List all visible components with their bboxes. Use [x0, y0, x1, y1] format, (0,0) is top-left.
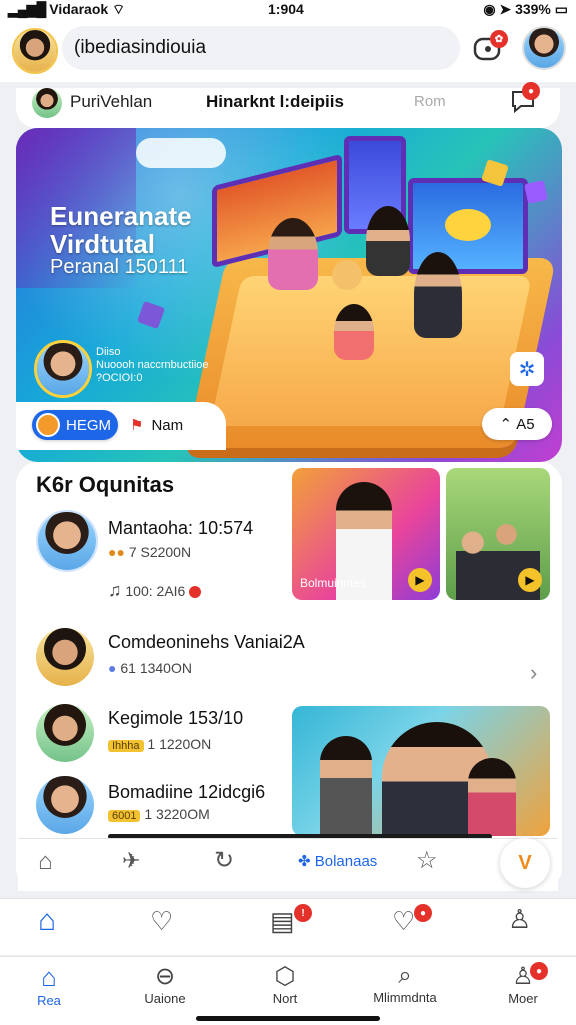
- tab-mlimmdnta[interactable]: ⌕ Mlimmdnta: [360, 962, 450, 1005]
- box-icon: ⬡: [274, 963, 296, 990]
- home-icon: ⌂: [41, 962, 57, 992]
- row-avatar[interactable]: [36, 510, 98, 572]
- share-button[interactable]: ✲: [510, 352, 544, 386]
- profile-avatar[interactable]: [12, 28, 58, 74]
- video-thumbnail[interactable]: ▶: [446, 468, 550, 600]
- chevron-up-icon: ⌃: [499, 416, 513, 433]
- row-extra: ♫ 100: 2AI6: [108, 580, 202, 601]
- video-thumbnail[interactable]: [292, 706, 550, 836]
- chat-badge: ✿: [490, 30, 508, 48]
- person-figure: [334, 304, 374, 360]
- search-input[interactable]: (ibediasindiouia: [62, 26, 460, 70]
- tab-home[interactable]: ⌂ Rea: [4, 962, 94, 1008]
- messages-icon[interactable]: ●: [508, 82, 544, 116]
- messages-tab-badge: ●: [414, 904, 432, 922]
- host-card: Diiso Nuoooh naccrnbuctiioe ?OCIOI:0: [96, 346, 209, 384]
- profile-badge: ●: [530, 962, 548, 980]
- clock: 1:904: [268, 1, 304, 17]
- chip-nam[interactable]: ⚑ Nam: [124, 410, 212, 440]
- battery-label: ◉ ➤ 339% ▭: [483, 1, 568, 17]
- chip-hegm[interactable]: HEGM: [32, 410, 118, 440]
- dock-active-item[interactable]: ✤ Bolanaas: [298, 852, 377, 870]
- tab-moer[interactable]: ♙ Moer ●: [478, 962, 568, 1006]
- row-subtitle: ●● 7 S2200N: [108, 544, 192, 560]
- plane-icon[interactable]: ✈: [122, 848, 140, 874]
- row-title[interactable]: Mantaoha: 10:574: [108, 518, 253, 539]
- messages-badge: ●: [522, 82, 540, 100]
- row-avatar[interactable]: [36, 704, 94, 762]
- row-title[interactable]: Comdeoninehs Vaniai2A: [108, 632, 305, 653]
- hero-subtitle: Peranal 150111: [50, 256, 189, 278]
- home-indicator: [196, 1016, 380, 1021]
- channel-avatar[interactable]: [32, 88, 62, 118]
- play-icon[interactable]: ▶: [408, 568, 432, 592]
- brand-icon: V: [518, 851, 532, 874]
- carrier-label: ▂▄▆█ Vidaraok ︎⌔: [8, 1, 126, 17]
- channel-name[interactable]: PuriVehlan: [70, 92, 152, 112]
- refresh-icon[interactable]: ↻: [214, 846, 234, 875]
- person-figure: [414, 252, 462, 338]
- search-text: (ibediasindiouia: [74, 37, 207, 58]
- account-avatar[interactable]: [522, 26, 566, 70]
- person-figure: [268, 218, 318, 290]
- row-avatar[interactable]: [36, 628, 94, 686]
- status-bar: ▂▄▆█ Vidaraok ︎⌔ 1:904 ◉ ➤ 339% ▭: [0, 0, 576, 20]
- sort-pill[interactable]: ⌃ A5: [482, 408, 552, 440]
- cube-icon: [524, 180, 548, 204]
- live-dot-icon: [189, 586, 202, 599]
- sparkle-icon: ✤: [298, 853, 311, 870]
- star-icon[interactable]: ☆: [416, 846, 438, 875]
- user-icon: ♙: [512, 963, 534, 990]
- section-title: K6r Oqunitas: [36, 472, 175, 497]
- row-title[interactable]: Kegimole 153/10: [108, 708, 243, 729]
- person-figure: [366, 206, 410, 276]
- tab-nort[interactable]: ⬡ Nort: [240, 962, 330, 1006]
- search-icon: ⌕: [398, 962, 412, 989]
- row-subtitle: 6001 1 3220OM: [108, 806, 210, 822]
- basket-icon: ⊖: [154, 963, 176, 990]
- video-thumbnail[interactable]: Bolmuinntes ▶: [292, 468, 440, 600]
- messages-tab-icon[interactable]: ♡ ●: [392, 904, 440, 946]
- home-icon[interactable]: ⌂: [38, 904, 56, 938]
- chevron-right-icon[interactable]: ›: [530, 660, 537, 686]
- brand-fab[interactable]: V: [500, 838, 550, 888]
- clipboard-badge: !: [294, 904, 312, 922]
- action-dock: [18, 838, 558, 891]
- share-icon: ✲: [518, 358, 536, 381]
- flag-icon: ⚑: [130, 417, 144, 434]
- tab-uaione[interactable]: ⊖ Uaione: [120, 962, 210, 1006]
- home-outline-icon[interactable]: ⌂: [38, 848, 53, 876]
- heart-chat-icon[interactable]: ♡: [150, 906, 173, 937]
- clipboard-icon[interactable]: ▤ !: [270, 904, 312, 946]
- row-avatar[interactable]: [36, 776, 94, 834]
- coin-icon: [36, 413, 60, 437]
- host-avatar[interactable]: [34, 340, 92, 398]
- row-subtitle: ● 61 1340ON: [108, 660, 192, 676]
- chat-icon[interactable]: ✿: [472, 30, 508, 64]
- thumbnail-caption: Bolmuinntes: [300, 576, 367, 590]
- play-icon[interactable]: ▶: [518, 568, 542, 592]
- row-title[interactable]: Bomadiine 12idcgi6: [108, 782, 265, 803]
- room-tab[interactable]: Rom: [414, 93, 446, 110]
- page-title: Hinarknt l:deipiis: [206, 92, 344, 111]
- row-subtitle: Ihhha 1 1220ON: [108, 736, 211, 752]
- cloud: [136, 138, 226, 168]
- music-note-icon: ♫: [108, 580, 122, 600]
- user-icon[interactable]: ♙: [508, 904, 531, 935]
- ball-icon: [332, 260, 362, 290]
- hero-title: Euneranate Virdtutal: [50, 201, 192, 259]
